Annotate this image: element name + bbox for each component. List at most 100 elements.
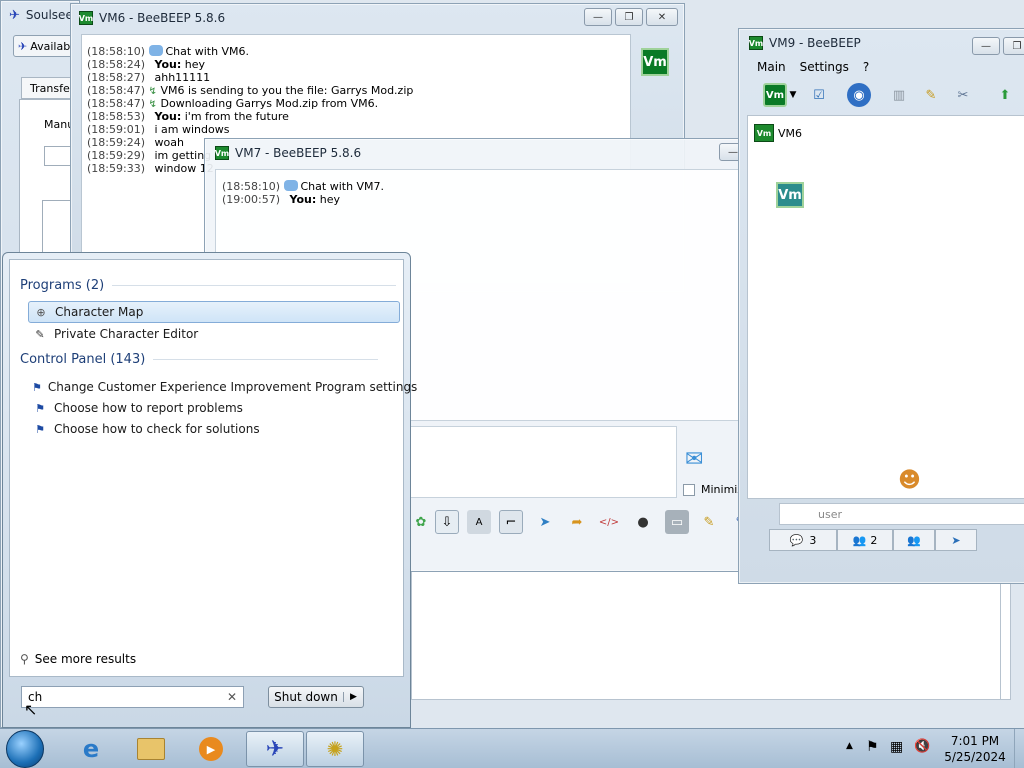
vm6-titlebar[interactable]: Vm VM6 - BeeBEEP 5.8.6 — ❐ ✕ [71, 4, 684, 32]
shutdown-button[interactable]: Shut down ▶ [268, 686, 364, 708]
message-timestamp: (18:58:10) [87, 45, 145, 58]
action-center-flag-icon[interactable]: ⚑ [866, 739, 879, 755]
message-timestamp: (18:58:10) [222, 180, 280, 193]
result-check-solutions[interactable]: ⚑ Choose how to check for solutions [28, 418, 400, 440]
message-text: Downloading Garrys Mod.zip from VM6. [160, 97, 379, 110]
message-sender: You: [289, 193, 317, 206]
start-menu: Programs (2) ⊕ Character Map ✎ Private C… [2, 252, 417, 728]
message-text: i am windows [154, 123, 230, 136]
update-icon[interactable]: ⬆ [993, 83, 1017, 107]
users-group-icon[interactable]: ☻ [898, 468, 921, 493]
soulseek-titlebar[interactable]: ✈ Soulsee [1, 1, 79, 29]
shutdown-options-arrow-icon[interactable]: ▶ [343, 692, 363, 702]
menu-settings[interactable]: Settings [800, 60, 849, 74]
vm9-menubar: Main Settings ? [739, 57, 1024, 77]
users-tab-icon: 👥 [852, 533, 867, 547]
result-report-problems[interactable]: ⚑ Choose how to report problems [28, 397, 400, 419]
save-icon[interactable]: ➤ [533, 510, 557, 534]
programs-header[interactable]: Programs (2) [20, 278, 397, 293]
taskbar-beebeep-icon[interactable]: ✺ [306, 731, 364, 767]
vm6-close-button[interactable]: ✕ [646, 8, 678, 26]
vm7-send-icon[interactable]: ✉ [685, 447, 703, 472]
action-center-flag-icon: ⚑ [32, 380, 42, 394]
network-tray-icon[interactable]: ▦ [890, 739, 903, 755]
chat-message: (18:58:10) Chat with VM6. [87, 45, 630, 58]
control-panel-header[interactable]: Control Panel (143) [20, 352, 379, 367]
see-more-results-link[interactable]: ⚲ See more results [20, 652, 136, 666]
vm6-user-avatar[interactable]: Vm [641, 48, 669, 76]
vm9-tab-files[interactable]: ➤ [935, 529, 977, 551]
group-icon[interactable]: ▥ [887, 83, 911, 107]
vm9-minimize-button[interactable]: — [972, 37, 1000, 55]
message-timestamp: (18:58:47) [87, 97, 145, 110]
message-timestamp: (18:58:27) [87, 71, 145, 84]
menu-help[interactable]: ? [863, 60, 869, 74]
menu-main[interactable]: Main [757, 60, 786, 74]
download-icon[interactable]: ⇩ [435, 510, 459, 534]
message-timestamp: (19:00:57) [222, 193, 280, 206]
taskbar-explorer-icon[interactable] [122, 731, 180, 767]
vm9-user-vm6[interactable]: Vm VM6 [754, 124, 802, 142]
emoticon-icon[interactable]: ✿ [409, 510, 433, 534]
show-hidden-icons-icon[interactable]: ▲ [846, 741, 853, 751]
notes-icon[interactable]: ✎ [697, 510, 721, 534]
message-timestamp: (18:59:24) [87, 136, 145, 149]
vm6-maximize-button[interactable]: ❐ [615, 8, 643, 26]
font-icon[interactable]: A [467, 510, 491, 534]
message-text: i'm from the future [184, 110, 289, 123]
vm7-logo-icon: Vm [215, 146, 229, 160]
clear-search-icon[interactable]: ✕ [227, 690, 237, 704]
vm9-status-icon[interactable]: Vm [763, 83, 787, 107]
message-timestamp: (18:59:29) [87, 149, 145, 162]
vm9-search-input[interactable]: user [779, 503, 1024, 525]
chat-message: (18:58:24) You: hey [87, 58, 630, 71]
layout-icon[interactable]: ⌐ [499, 510, 523, 534]
network-icon[interactable]: ◉ [847, 83, 871, 107]
tools-icon[interactable]: ✂ [951, 83, 975, 107]
vm6-minimize-button[interactable]: — [584, 8, 612, 26]
start-search-input[interactable]: ch ✕ [21, 686, 244, 708]
profile-icon[interactable]: ☑ [807, 83, 831, 107]
taskbar-soulseek-icon[interactable]: ✈ [246, 731, 304, 767]
chat-message: (18:58:47) ↯ VM6 is sending to you the fi… [87, 84, 630, 97]
chat-message: (18:58:53) You: i'm from the future [87, 110, 630, 123]
clock-time: 7:01 PM [950, 734, 1000, 748]
vm9-titlebar[interactable]: Vm VM9 - BeeBEEP — ❐ [739, 29, 1024, 57]
action-center-flag-icon: ⚑ [35, 401, 45, 415]
vm9-window: Vm VM9 - BeeBEEP — ❐ Main Settings ? Vm … [738, 28, 1024, 584]
webcam-icon[interactable]: ● [631, 510, 655, 534]
vm9-tab-groups[interactable]: 👥 [893, 529, 935, 551]
vm7-titlebar[interactable]: Vm VM7 - BeeBEEP 5.8.6 — ❐ ✕ [205, 139, 819, 167]
start-orb-icon[interactable] [6, 730, 44, 768]
chat-bubble-icon [148, 45, 163, 56]
html-icon[interactable]: </> [597, 510, 621, 534]
tray-clock[interactable]: 7:01 PM 5/25/2024 [940, 733, 1010, 765]
screenshot-icon[interactable]: ▭ [665, 510, 689, 534]
vm9-tab-chats[interactable]: 💬 3 [769, 529, 837, 551]
taskbar-media-player-icon[interactable]: ▶ [182, 731, 240, 767]
mouse-cursor-icon: ↖ [24, 700, 38, 719]
soulseek-lower-border [1000, 580, 1001, 700]
magnifier-icon: ⚲ [20, 652, 29, 666]
result-private-character-editor[interactable]: ✎ Private Character Editor [28, 323, 400, 345]
vm9-tab-users[interactable]: 👥 2 [837, 529, 893, 551]
message-text: hey [319, 193, 340, 206]
minimize-checkbox[interactable] [683, 483, 695, 496]
character-editor-icon: ✎ [35, 327, 45, 341]
vm6-user-icon: Vm [754, 124, 774, 142]
result-character-map[interactable]: ⊕ Character Map [28, 301, 400, 323]
vm7-message-input[interactable] [410, 426, 677, 498]
status-dropdown-icon[interactable]: ▼ [787, 83, 799, 107]
result-customer-experience[interactable]: ⚑ Change Customer Experience Improvement… [28, 376, 417, 398]
show-desktop-button[interactable] [1014, 729, 1024, 768]
clock-date: 5/25/2024 [944, 750, 1006, 764]
vm9-maximize-button[interactable]: ❐ [1003, 37, 1024, 55]
action-center-flag-icon: ⚑ [35, 422, 45, 436]
vm9-selected-avatar[interactable]: Vm [776, 182, 804, 208]
send-file-icon[interactable]: ➦ [565, 510, 589, 534]
message-text: Chat with VM7. [300, 180, 385, 193]
taskbar-ie-icon[interactable]: e [62, 731, 120, 767]
message-timestamp: (18:58:47) [87, 84, 145, 97]
volume-muted-icon[interactable]: 🔇 [914, 739, 930, 754]
notes-icon[interactable]: ✎ [919, 83, 943, 107]
